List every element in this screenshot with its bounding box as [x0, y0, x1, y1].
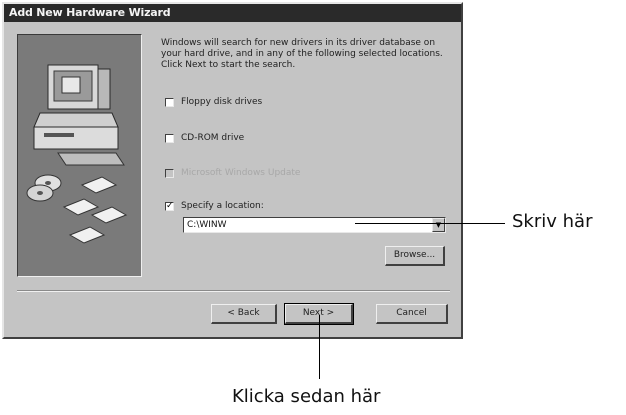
callout-line-click	[319, 315, 320, 379]
add-hardware-wizard-dialog: Add New Hardware Wizard Windows will sea…	[2, 2, 463, 339]
windows-update-checkbox	[165, 168, 174, 178]
option-label: CD-ROM drive	[181, 133, 245, 143]
wizard-illustration	[17, 34, 142, 277]
window-title: Add New Hardware Wizard	[4, 4, 461, 22]
option-microsoft-windows-update: Microsoft Windows Update	[165, 166, 300, 180]
cancel-button[interactable]: Cancel	[376, 304, 448, 324]
option-specify-location[interactable]: ✓ Specify a location:	[165, 199, 264, 213]
option-cd-rom-drive[interactable]: CD-ROM drive	[165, 131, 244, 145]
browse-button[interactable]: Browse...	[385, 246, 445, 266]
location-input[interactable]: C:\WINW ▼	[183, 217, 446, 233]
floppy-checkbox[interactable]	[165, 97, 174, 107]
option-label: Floppy disk drives	[181, 97, 263, 107]
back-button[interactable]: < Back	[211, 304, 277, 324]
option-label: Specify a location:	[181, 201, 264, 211]
instructions-text: Windows will search for new drivers in i…	[161, 38, 443, 70]
option-label: Microsoft Windows Update	[181, 168, 301, 178]
location-value: C:\WINW	[187, 220, 227, 230]
specify-location-checkbox[interactable]: ✓	[165, 200, 174, 211]
computer-with-discs-icon	[26, 64, 128, 244]
checkmark-icon: ✓	[166, 200, 174, 211]
chevron-down-icon[interactable]: ▼	[432, 218, 445, 232]
callout-type-here: Skriv här	[512, 211, 593, 232]
callout-line-type	[355, 223, 505, 224]
callout-then-click-here: Klicka sedan här	[232, 386, 381, 407]
divider	[17, 290, 450, 292]
option-floppy-disk-drives[interactable]: Floppy disk drives	[165, 95, 262, 109]
cd-rom-checkbox[interactable]	[165, 133, 174, 143]
